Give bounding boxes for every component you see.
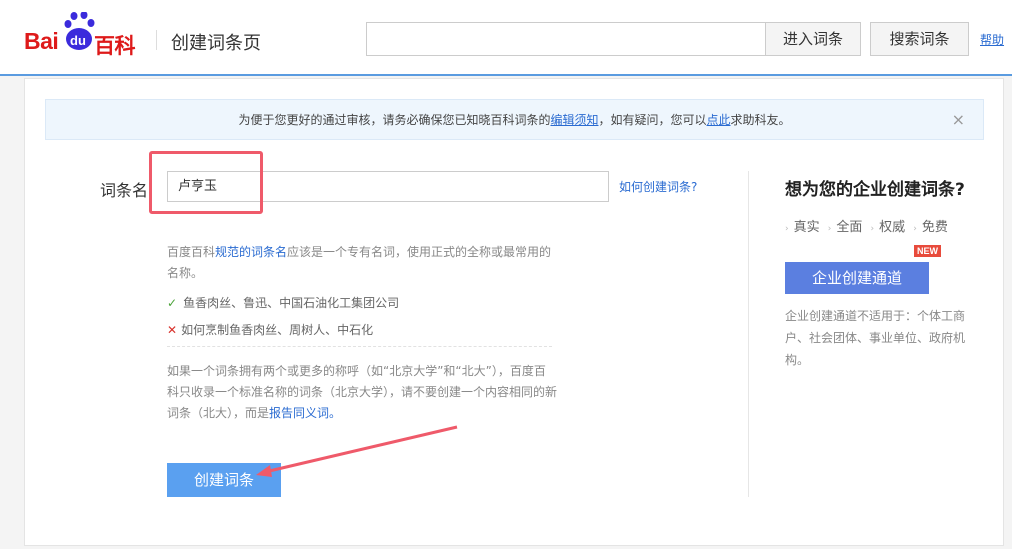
notice-bar: 为便于您更好的通过审核，请务必确保您已知晓百科词条的编辑须知，如有疑问，您可以点…	[45, 99, 984, 140]
chevron-right-icon: ›	[913, 224, 917, 234]
annotation-highlight-box	[149, 151, 263, 214]
divider	[748, 171, 749, 497]
enterprise-note: 企业创建通道不适用于：个体工商户、社会团体、事业单位、政府机构。	[785, 309, 966, 367]
enterprise-title: 想为您的企业创建词条?	[785, 180, 965, 200]
chevron-right-icon: ›	[785, 224, 789, 234]
baidu-baike-logo[interactable]: du Bai 百科	[24, 12, 144, 58]
create-entry-button[interactable]: 创建词条	[167, 463, 281, 497]
check-icon: ✓	[167, 296, 178, 310]
enter-entry-button[interactable]: 进入词条	[765, 22, 861, 56]
divider	[167, 346, 552, 347]
chevron-right-icon: ›	[870, 224, 875, 234]
chevron-right-icon: ›	[827, 224, 832, 234]
edit-guide-link[interactable]: 编辑须知	[550, 113, 598, 127]
search-entry-button[interactable]: 搜索词条	[870, 22, 969, 56]
how-to-create-link[interactable]: 如何创建词条?	[619, 178, 697, 195]
header: du Bai 百科 创建词条页 进入词条 搜索词条 帮助	[0, 0, 1012, 76]
synonym-hint: 如果一个词条拥有两个或更多的称呼（如“北京大学”和“北大”），百度百科只收录一个…	[167, 364, 558, 420]
help-here-link[interactable]: 点此	[707, 113, 731, 127]
bad-example: ✕ 如何烹制鱼香肉丝、周树人、中石化	[167, 323, 374, 337]
new-badge: NEW	[914, 245, 941, 257]
search-input[interactable]	[366, 22, 766, 56]
cross-icon: ✕	[167, 323, 178, 337]
help-link[interactable]: 帮助	[980, 31, 1004, 48]
naming-rule-link[interactable]: 规范的词条名	[215, 245, 287, 259]
naming-hint: 百度百科规范的词条名应该是一个专有名词，使用正式的全称或最常用的名称。	[167, 245, 552, 280]
enterprise-create-button[interactable]: 企业创建通道	[785, 262, 929, 294]
good-example: ✓ 鱼香肉丝、鲁迅、中国石油化工集团公司	[167, 296, 400, 310]
svg-text:du: du	[70, 33, 86, 48]
page-title: 创建词条页	[171, 33, 261, 54]
enterprise-features: › 真实 › 全面 › 权威 › 免费	[785, 220, 948, 235]
close-icon[interactable]: ×	[952, 100, 965, 140]
main-panel: 为便于您更好的通过审核，请务必确保您已知晓百科词条的编辑须知，如有疑问，您可以点…	[24, 78, 1004, 546]
divider	[156, 30, 157, 50]
report-synonym-link[interactable]: 报告同义词。	[269, 406, 341, 420]
entry-name-label: 词条名	[100, 181, 149, 200]
